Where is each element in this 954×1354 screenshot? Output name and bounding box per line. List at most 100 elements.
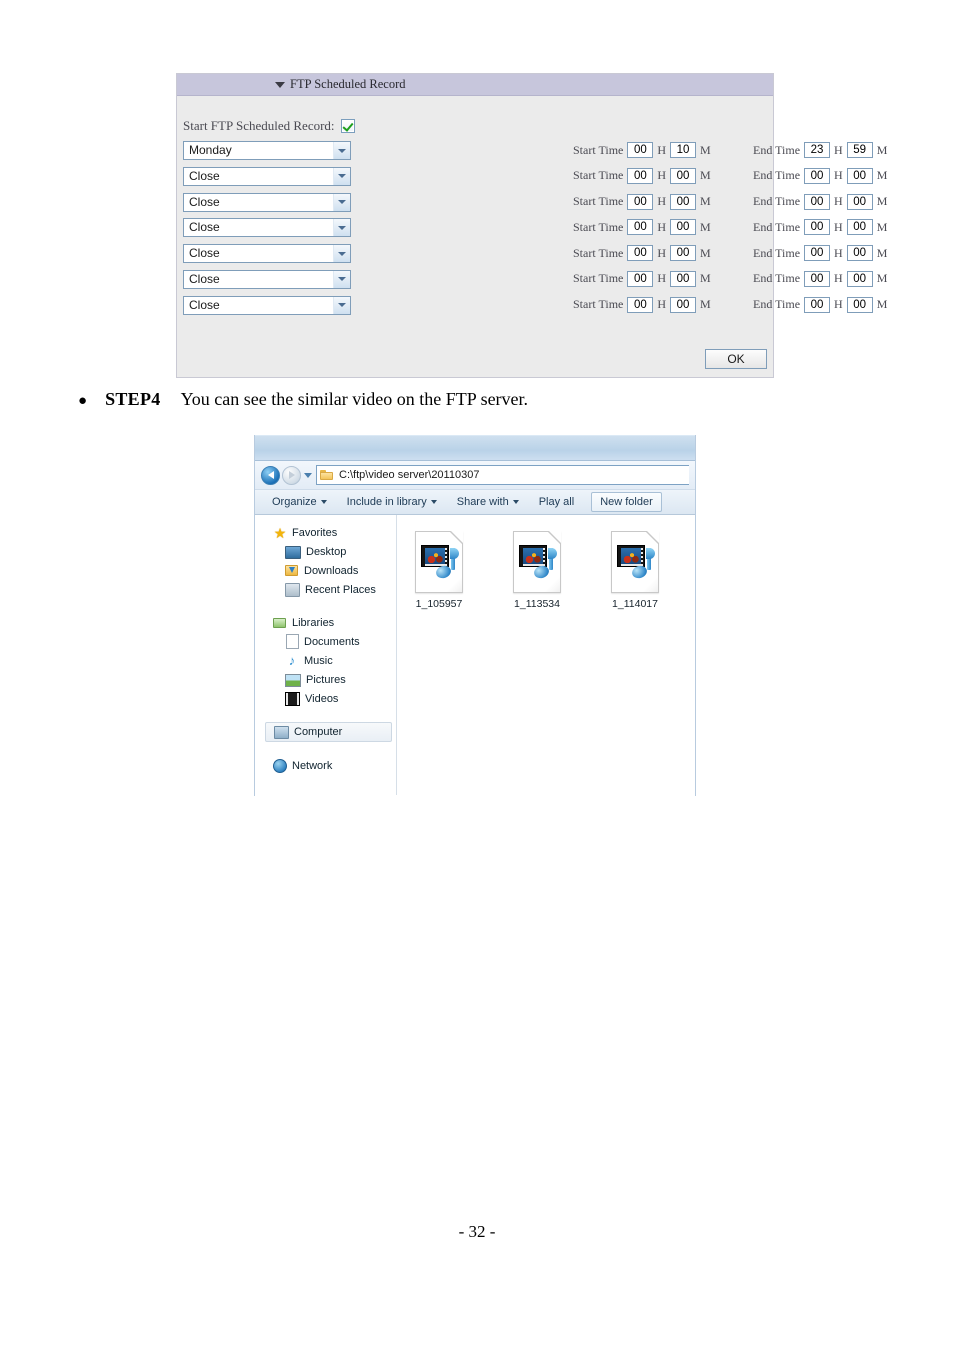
chevron-down-icon[interactable] bbox=[333, 270, 350, 288]
end-hour-input[interactable]: 00 bbox=[804, 296, 831, 313]
day-select[interactable]: Close bbox=[183, 244, 351, 264]
address-input[interactable]: C:\ftp\video server\20110307 bbox=[316, 465, 689, 485]
file-item[interactable]: 1_105957 bbox=[407, 531, 471, 610]
libraries-icon bbox=[273, 616, 287, 630]
toolbar-item-label: Play all bbox=[538, 496, 575, 508]
hour-unit-label: H bbox=[834, 219, 843, 234]
ok-button[interactable]: OK bbox=[705, 349, 767, 369]
sidebar-item-network[interactable]: Network bbox=[255, 756, 396, 775]
sidebar-item-label: Favorites bbox=[292, 526, 338, 539]
forward-arrow-icon[interactable] bbox=[282, 465, 301, 485]
end-time-label: End Time bbox=[753, 194, 801, 209]
ftp-scheduled-record-panel: FTP Scheduled Record Start FTP Scheduled… bbox=[176, 73, 887, 378]
chevron-down-icon[interactable] bbox=[333, 167, 350, 185]
schedule-row: Close Start Time 00 H 00 M End Time 00 H 00 M bbox=[177, 243, 887, 269]
start-hour-input[interactable]: 00 bbox=[627, 245, 654, 262]
toolbar-item-share-with[interactable]: Share with bbox=[448, 492, 528, 512]
chevron-down-icon[interactable] bbox=[320, 500, 327, 504]
day-select[interactable]: Close bbox=[183, 192, 351, 212]
chevron-down-icon[interactable] bbox=[333, 193, 350, 211]
video-audio-file-icon[interactable] bbox=[513, 531, 561, 593]
hour-unit-label: H bbox=[834, 297, 843, 312]
start-minute-input[interactable]: 00 bbox=[670, 219, 697, 236]
start-minute-input[interactable]: 00 bbox=[670, 167, 697, 184]
sidebar-item-videos[interactable]: Videos bbox=[255, 689, 396, 708]
start-minute-input[interactable]: 00 bbox=[670, 245, 697, 262]
day-select[interactable]: Close bbox=[183, 295, 351, 315]
end-minute-input[interactable]: 00 bbox=[846, 245, 873, 262]
start-time-label: Start Time bbox=[573, 245, 624, 260]
day-select[interactable]: Close bbox=[183, 269, 351, 289]
chevron-down-icon[interactable] bbox=[333, 219, 350, 237]
start-time-group: Start Time 00 H 00 M bbox=[573, 270, 715, 287]
end-time-label: End Time bbox=[753, 297, 801, 312]
day-select[interactable]: Monday bbox=[183, 141, 351, 160]
end-hour-input[interactable]: 23 bbox=[804, 142, 831, 158]
sidebar-item-documents[interactable]: Documents bbox=[255, 632, 396, 651]
sidebar-item-favorites[interactable]: ★ Favorites bbox=[255, 523, 396, 542]
start-minute-input[interactable]: 00 bbox=[670, 193, 697, 210]
start-hour-input[interactable]: 00 bbox=[627, 270, 654, 287]
sidebar-item-pictures[interactable]: Pictures bbox=[255, 670, 396, 689]
end-minute-input[interactable]: 00 bbox=[846, 167, 873, 184]
end-minute-input[interactable]: 00 bbox=[846, 270, 873, 287]
back-arrow-icon[interactable] bbox=[261, 465, 280, 485]
toolbar-item-label: Include in library bbox=[346, 496, 427, 508]
chevron-down-icon[interactable] bbox=[512, 500, 519, 504]
sidebar-item-music[interactable]: ♪ Music bbox=[255, 651, 396, 670]
sidebar-item-libraries[interactable]: Libraries bbox=[255, 613, 396, 632]
sidebar-item-label: Documents bbox=[304, 635, 360, 648]
bullet-icon: ● bbox=[78, 393, 88, 409]
sidebar-item-computer[interactable]: Computer bbox=[265, 722, 392, 742]
toolbar-item-label: New folder bbox=[600, 496, 653, 508]
chevron-down-icon[interactable] bbox=[333, 142, 350, 159]
end-hour-input[interactable]: 00 bbox=[804, 167, 831, 184]
end-hour-input[interactable]: 00 bbox=[804, 193, 831, 210]
schedule-row: Close Start Time 00 H 00 M End Time 00 H 00 M bbox=[177, 269, 887, 295]
minute-unit-label: M bbox=[700, 168, 711, 183]
sidebar-item-recent-places[interactable]: Recent Places bbox=[255, 580, 396, 599]
chevron-down-icon[interactable] bbox=[304, 472, 312, 478]
toolbar-item-include-in-library[interactable]: Include in library bbox=[338, 492, 446, 512]
end-minute-input[interactable]: 00 bbox=[846, 193, 873, 210]
day-select-value: Close bbox=[189, 271, 220, 286]
file-item[interactable]: 1_113534 bbox=[505, 531, 569, 610]
recent-places-icon bbox=[285, 583, 300, 597]
start-minute-input[interactable]: 00 bbox=[670, 270, 697, 287]
start-ftp-scheduled-record-row: Start FTP Scheduled Record: bbox=[183, 118, 355, 134]
start-hour-input[interactable]: 00 bbox=[627, 167, 654, 184]
start-minute-input[interactable]: 10 bbox=[670, 142, 697, 158]
sidebar-item-downloads[interactable]: Downloads bbox=[255, 561, 396, 580]
file-item[interactable]: 1_114017 bbox=[603, 531, 667, 610]
toolbar-item-play-all[interactable]: Play all bbox=[530, 492, 583, 512]
sidebar-item-desktop[interactable]: Desktop bbox=[255, 542, 396, 561]
end-hour-input[interactable]: 00 bbox=[804, 245, 831, 262]
minute-unit-label: M bbox=[876, 219, 888, 234]
toolbar-item-organize[interactable]: Organize bbox=[263, 492, 336, 512]
video-audio-file-icon[interactable] bbox=[611, 531, 659, 593]
chevron-down-icon[interactable] bbox=[333, 245, 350, 263]
chevron-down-icon[interactable] bbox=[333, 296, 350, 314]
video-audio-file-icon[interactable] bbox=[415, 531, 463, 593]
day-select[interactable]: Close bbox=[183, 218, 351, 238]
start-hour-input[interactable]: 00 bbox=[627, 296, 654, 313]
start-ftp-scheduled-record-checkbox[interactable] bbox=[340, 119, 355, 133]
hour-unit-label: H bbox=[657, 142, 667, 157]
chevron-down-icon[interactable] bbox=[430, 500, 437, 504]
end-hour-input[interactable]: 00 bbox=[804, 270, 831, 287]
sidebar-item-label: Computer bbox=[294, 726, 343, 738]
start-hour-input[interactable]: 00 bbox=[627, 142, 654, 158]
ftp-panel-body: Start FTP Scheduled Record: Monday Start … bbox=[177, 96, 887, 377]
end-minute-input[interactable]: 59 bbox=[846, 142, 873, 158]
end-minute-input[interactable]: 00 bbox=[846, 219, 873, 236]
start-hour-input[interactable]: 00 bbox=[627, 193, 654, 210]
end-hour-input[interactable]: 00 bbox=[804, 219, 831, 236]
triangle-down-icon[interactable] bbox=[275, 82, 285, 88]
start-minute-input[interactable]: 00 bbox=[670, 296, 697, 313]
start-hour-input[interactable]: 00 bbox=[627, 219, 654, 236]
end-time-group: End Time 23 H 59 M bbox=[753, 142, 891, 158]
day-select[interactable]: Close bbox=[183, 166, 351, 186]
toolbar-item-new-folder[interactable]: New folder bbox=[591, 492, 662, 512]
end-minute-input[interactable]: 00 bbox=[846, 296, 873, 313]
